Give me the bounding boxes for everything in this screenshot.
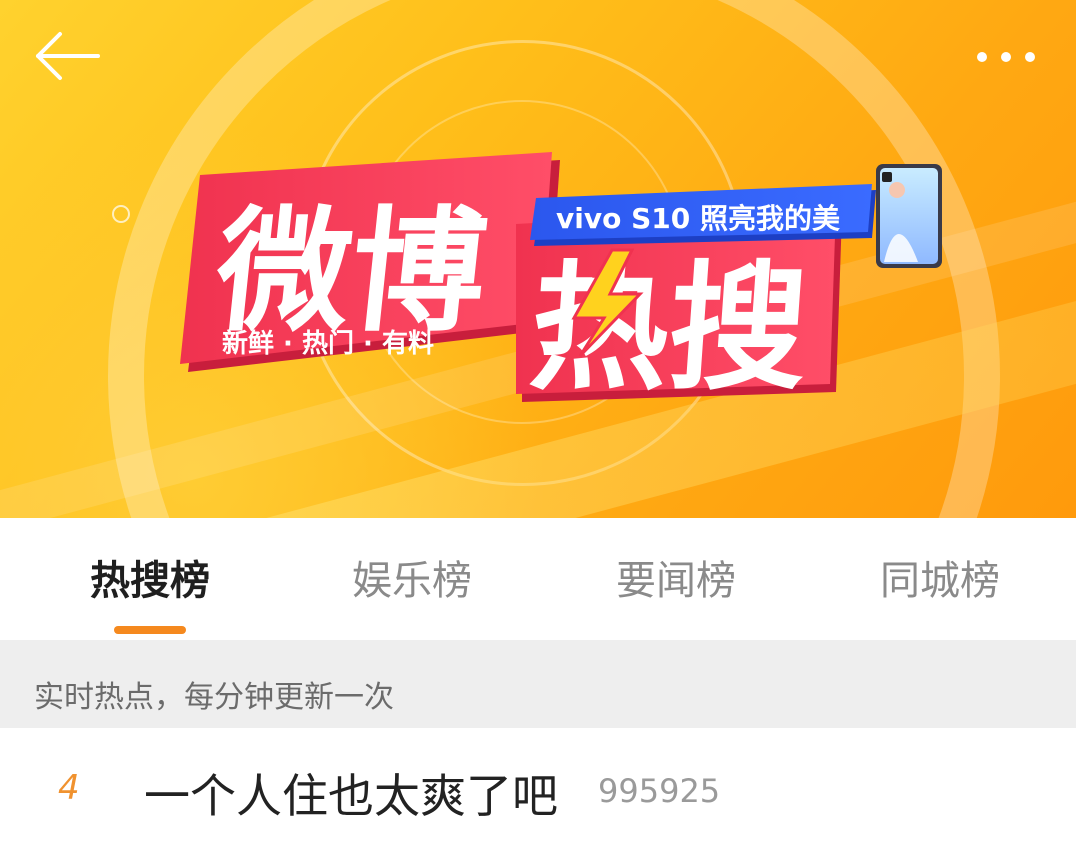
sponsor-text: vivo S10 照亮我的美 [556, 202, 840, 235]
item-title[interactable]: 一个人住也太爽了吧 [144, 760, 558, 826]
realtime-notice-text: 实时热点，每分钟更新一次 [34, 680, 394, 715]
tab-entertainment[interactable]: 娱乐榜 [302, 518, 522, 640]
active-tab-indicator [114, 626, 186, 634]
phone-image-icon [876, 164, 942, 268]
back-button[interactable] [32, 28, 104, 84]
tab-hot-search[interactable]: 热搜榜 [40, 518, 260, 640]
item-rank: 4 [58, 768, 80, 808]
back-arrow-icon [36, 32, 100, 80]
hot-search-banner: 微博 新鲜 · 热门 · 有料 热搜 vivo S10 照亮我的美 [0, 0, 1076, 518]
more-button[interactable] [968, 40, 1048, 74]
logo-text-weibo: 微博 [208, 193, 493, 350]
realtime-notice-bar: 实时热点，每分钟更新一次 [0, 640, 1076, 728]
weibo-hot-search-logo: 微博 新鲜 · 热门 · 有料 热搜 vivo S10 照亮我的美 [180, 152, 942, 409]
hot-search-item[interactable]: 4 一个人住也太爽了吧 995925 [0, 728, 1076, 848]
sponsor-badge: vivo S10 照亮我的美 [530, 184, 876, 246]
more-dots-icon [977, 52, 1035, 62]
ranking-tabs: 热搜榜 娱乐榜 要闻榜 同城榜 [0, 518, 1076, 640]
logo-tagline: 新鲜 · 热门 · 有料 [222, 328, 434, 359]
logo-text-resou: 热搜 [525, 248, 812, 409]
item-heat-count: 995925 [598, 772, 721, 810]
hot-search-list: 4 一个人住也太爽了吧 995925 [0, 728, 1076, 848]
tab-news[interactable]: 要闻榜 [566, 518, 786, 640]
tab-local[interactable]: 同城榜 [830, 518, 1050, 640]
